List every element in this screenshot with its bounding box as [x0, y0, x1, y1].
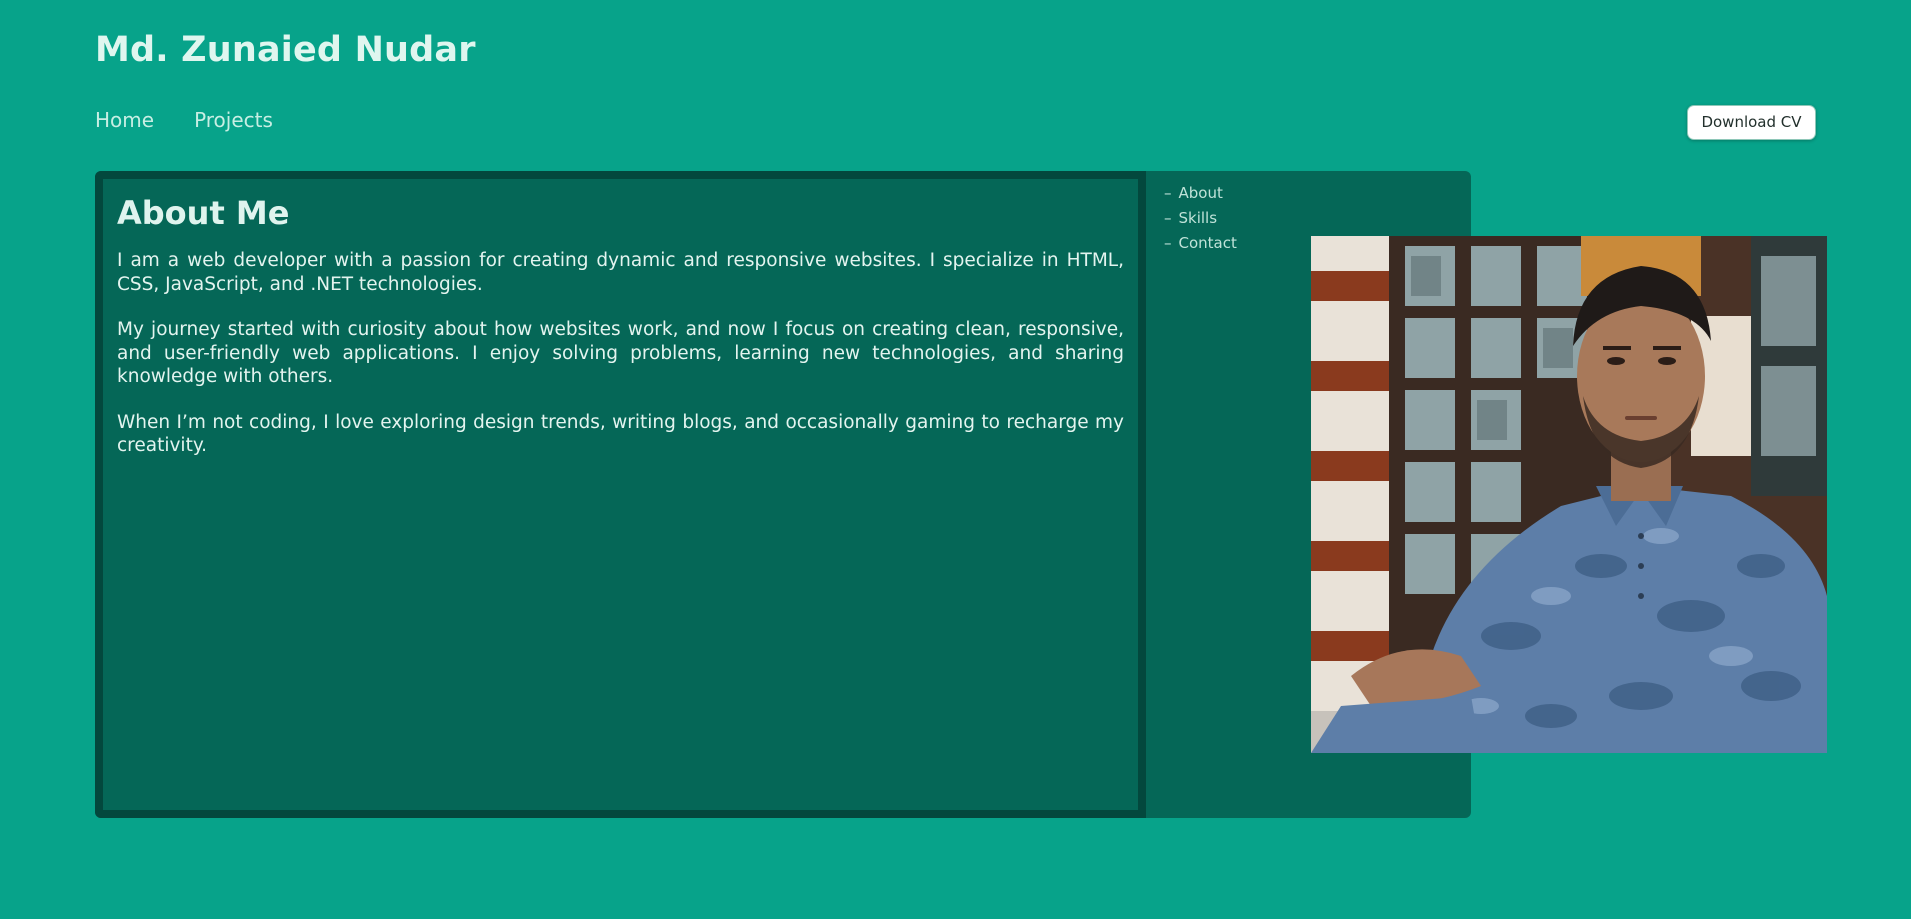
section-nav-item-about[interactable]: – About	[1164, 181, 1237, 206]
site-title: Md. Zunaied Nudar	[95, 30, 476, 70]
section-nav-item-skills[interactable]: – Skills	[1164, 206, 1237, 231]
nav-link-home[interactable]: Home	[95, 106, 154, 134]
download-cv-button[interactable]: Download CV	[1687, 105, 1816, 140]
about-paragraph-hobbies: When I’m not coding, I love exploring de…	[117, 411, 1124, 457]
dash-marker: –	[1164, 209, 1172, 227]
dash-marker: –	[1164, 234, 1172, 252]
nav-link-projects[interactable]: Projects	[194, 106, 273, 134]
about-heading: About Me	[117, 194, 290, 232]
about-paragraph-intro: I am a web developer with a passion for …	[117, 250, 1124, 295]
about-card: About Me I am a web developer with a pas…	[95, 171, 1146, 818]
main-nav: Home Projects	[95, 106, 273, 134]
section-nav: – About – Skills – Contact	[1164, 181, 1237, 256]
section-nav-item-contact[interactable]: – Contact	[1164, 231, 1237, 256]
section-nav-label: Contact	[1178, 234, 1237, 252]
dash-marker: –	[1164, 184, 1172, 202]
content-panel: About Me I am a web developer with a pas…	[95, 171, 1471, 818]
section-nav-label: Skills	[1178, 209, 1218, 227]
about-paragraph-journey: My journey started with curiosity about …	[117, 319, 1124, 387]
section-nav-label: About	[1178, 184, 1223, 202]
profile-photo	[1311, 236, 1827, 753]
